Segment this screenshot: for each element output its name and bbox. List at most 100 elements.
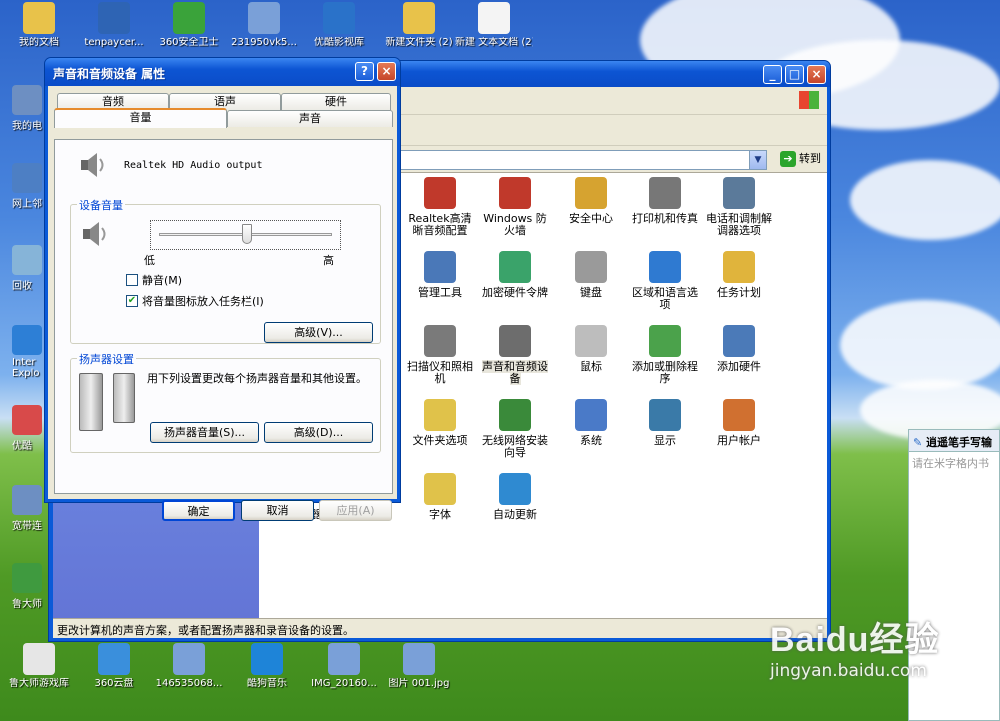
desktop-icon[interactable]: 鲁大师	[12, 563, 52, 610]
control-panel-item[interactable]: 声音和音频设备	[480, 325, 550, 385]
desktop-icon[interactable]: 我的文档	[0, 2, 78, 49]
control-panel-item[interactable]: 区域和语言选项	[630, 251, 700, 311]
go-button[interactable]: ➔ 转到	[780, 150, 821, 167]
control-panel-item-icon	[575, 399, 607, 431]
desktop-icon-label: 优酷影视库	[314, 37, 364, 48]
advanced-speaker-button[interactable]: 高级(D)...	[264, 422, 373, 443]
desktop-icon-label: 优酷	[12, 441, 32, 452]
control-panel-item[interactable]: 自动更新	[480, 473, 550, 521]
control-panel-item[interactable]: 显示	[630, 399, 700, 447]
tray-icon-checkbox[interactable]: ✔ 将音量图标放入任务栏(I)	[126, 293, 264, 309]
address-dropdown-icon[interactable]: ▼	[749, 151, 766, 169]
desktop-icon[interactable]: 360云盘	[75, 643, 153, 690]
tray-label: 将音量图标放入任务栏(I)	[142, 295, 264, 308]
desktop-icon[interactable]: 231950vk5...	[225, 2, 303, 49]
control-panel-item[interactable]: 字体	[405, 473, 475, 521]
control-panel-item[interactable]: 加密硬件令牌	[480, 251, 550, 299]
dialog-close-button[interactable]: ×	[377, 62, 396, 81]
control-panel-item[interactable]: 任务计划	[704, 251, 774, 299]
control-panel-item-icon	[575, 251, 607, 283]
tab-hardware[interactable]: 硬件	[281, 93, 391, 110]
control-panel-item[interactable]: 系统	[556, 399, 626, 447]
minimize-button[interactable]: _	[763, 65, 782, 84]
control-panel-item-icon	[649, 251, 681, 283]
tray-box[interactable]: ✔	[126, 295, 138, 307]
desktop-icon-image	[328, 643, 360, 675]
slider-thumb[interactable]	[241, 224, 252, 244]
desktop-icon-label: 新建文件夹 (2)	[385, 37, 453, 48]
volume-panel: Realtek HD Audio output 设备音量 低 高 静音(M) ✔…	[54, 139, 393, 494]
handwriting-icon: ✎	[913, 436, 923, 449]
close-button[interactable]: ×	[807, 65, 826, 84]
control-panel-item[interactable]: 安全中心	[556, 177, 626, 225]
slider-high-label: 高	[323, 254, 334, 267]
control-panel-item[interactable]: 扫描仪和照相机	[405, 325, 475, 385]
device-name: Realtek HD Audio output	[124, 160, 263, 171]
device-volume-title: 设备音量	[77, 197, 125, 213]
desktop-icon[interactable]: 优酷影视库	[300, 2, 378, 49]
control-panel-item[interactable]: 用户帐户	[704, 399, 774, 447]
handwriting-input[interactable]: 请在米字格内书	[909, 452, 999, 474]
desktop-icon[interactable]: 360安全卫士	[150, 2, 228, 49]
control-panel-item-label: 声音和音频设备	[482, 360, 548, 385]
advanced-volume-button[interactable]: 高级(V)...	[264, 322, 373, 343]
control-panel-item-label: 电话和调制解调器选项	[706, 212, 772, 237]
control-panel-item[interactable]: 文件夹选项	[405, 399, 475, 447]
desktop-icon-image	[251, 643, 283, 675]
windows-logo-icon	[799, 91, 819, 109]
desktop-icon[interactable]: 鲁大师游戏库	[0, 643, 78, 690]
volume-slider[interactable]	[150, 220, 341, 250]
speaker-volume-button[interactable]: 扬声器音量(S)...	[150, 422, 259, 443]
tab-sounds[interactable]: 声音	[227, 110, 393, 127]
desktop-icon-image	[248, 2, 280, 34]
desktop-icon[interactable]: 新建 文本文档 (2).txt	[455, 2, 533, 49]
control-panel-item-label: Windows 防火墙	[483, 212, 547, 237]
dialog-titlebar[interactable]: 声音和音频设备 属性	[45, 58, 400, 86]
control-panel-item-label: 添加或删除程序	[632, 360, 698, 385]
control-panel-item-icon	[424, 251, 456, 283]
go-label: 转到	[799, 152, 821, 165]
control-panel-item[interactable]: 键盘	[556, 251, 626, 299]
desktop-icon-image	[12, 163, 42, 193]
desktop-icon[interactable]: IMG_20160...	[305, 643, 383, 690]
control-panel-item[interactable]: Realtek高清晰音频配置	[405, 177, 475, 237]
slider-low-label: 低	[144, 254, 155, 267]
mute-checkbox[interactable]: 静音(M)	[126, 272, 182, 288]
desktop-icon[interactable]: 新建文件夹 (2)	[380, 2, 458, 49]
control-panel-item[interactable]: 添加硬件	[704, 325, 774, 373]
mute-box[interactable]	[126, 274, 138, 286]
desktop-icon-label: 231950vk5...	[231, 37, 297, 48]
ok-button[interactable]: 确定	[162, 500, 235, 521]
control-panel-item[interactable]: 管理工具	[405, 251, 475, 299]
apply-button[interactable]: 应用(A)	[319, 500, 392, 521]
desktop-icon[interactable]: 酷狗音乐	[228, 643, 306, 690]
dialog-title: 声音和音频设备 属性	[53, 67, 166, 81]
control-panel-item-icon	[723, 177, 755, 209]
control-panel-item-label: 安全中心	[569, 212, 613, 225]
cancel-button[interactable]: 取消	[241, 500, 314, 521]
desktop-icon-image	[12, 405, 42, 435]
desktop-icon[interactable]: 146535068...	[150, 643, 228, 690]
desktop-icon[interactable]: 图片 001.jpg	[380, 643, 458, 690]
control-panel-item[interactable]: 鼠标	[556, 325, 626, 373]
control-panel-item[interactable]: Windows 防火墙	[480, 177, 550, 237]
speaker-icon	[81, 153, 104, 177]
desktop-icon[interactable]: tenpaycer...	[75, 2, 153, 49]
control-panel-item[interactable]: 电话和调制解调器选项	[704, 177, 774, 237]
control-panel-item-icon	[499, 177, 531, 209]
help-button[interactable]: ?	[355, 62, 374, 81]
desktop-icon-image	[478, 2, 510, 34]
desktop-icon-label: 回收	[12, 281, 32, 292]
desktop-icon-label: Inter Explo	[12, 357, 40, 379]
control-panel-item-icon	[575, 177, 607, 209]
control-panel-item[interactable]: 打印机和传真	[630, 177, 700, 225]
desktop-icon-label: 360云盘	[94, 678, 134, 689]
control-panel-item[interactable]: 添加或删除程序	[630, 325, 700, 385]
tab-volume[interactable]: 音量	[54, 108, 227, 128]
desktop: 我的文档 tenpaycer... 360安全卫士 231950vk5... 优酷影视库…	[0, 0, 1000, 721]
maximize-button[interactable]: □	[785, 65, 804, 84]
control-panel-item-label: 键盘	[580, 286, 602, 299]
desktop-icon-image	[12, 245, 42, 275]
control-panel-item[interactable]: 无线网络安装向导	[480, 399, 550, 459]
control-panel-item-label: 用户帐户	[717, 434, 761, 447]
